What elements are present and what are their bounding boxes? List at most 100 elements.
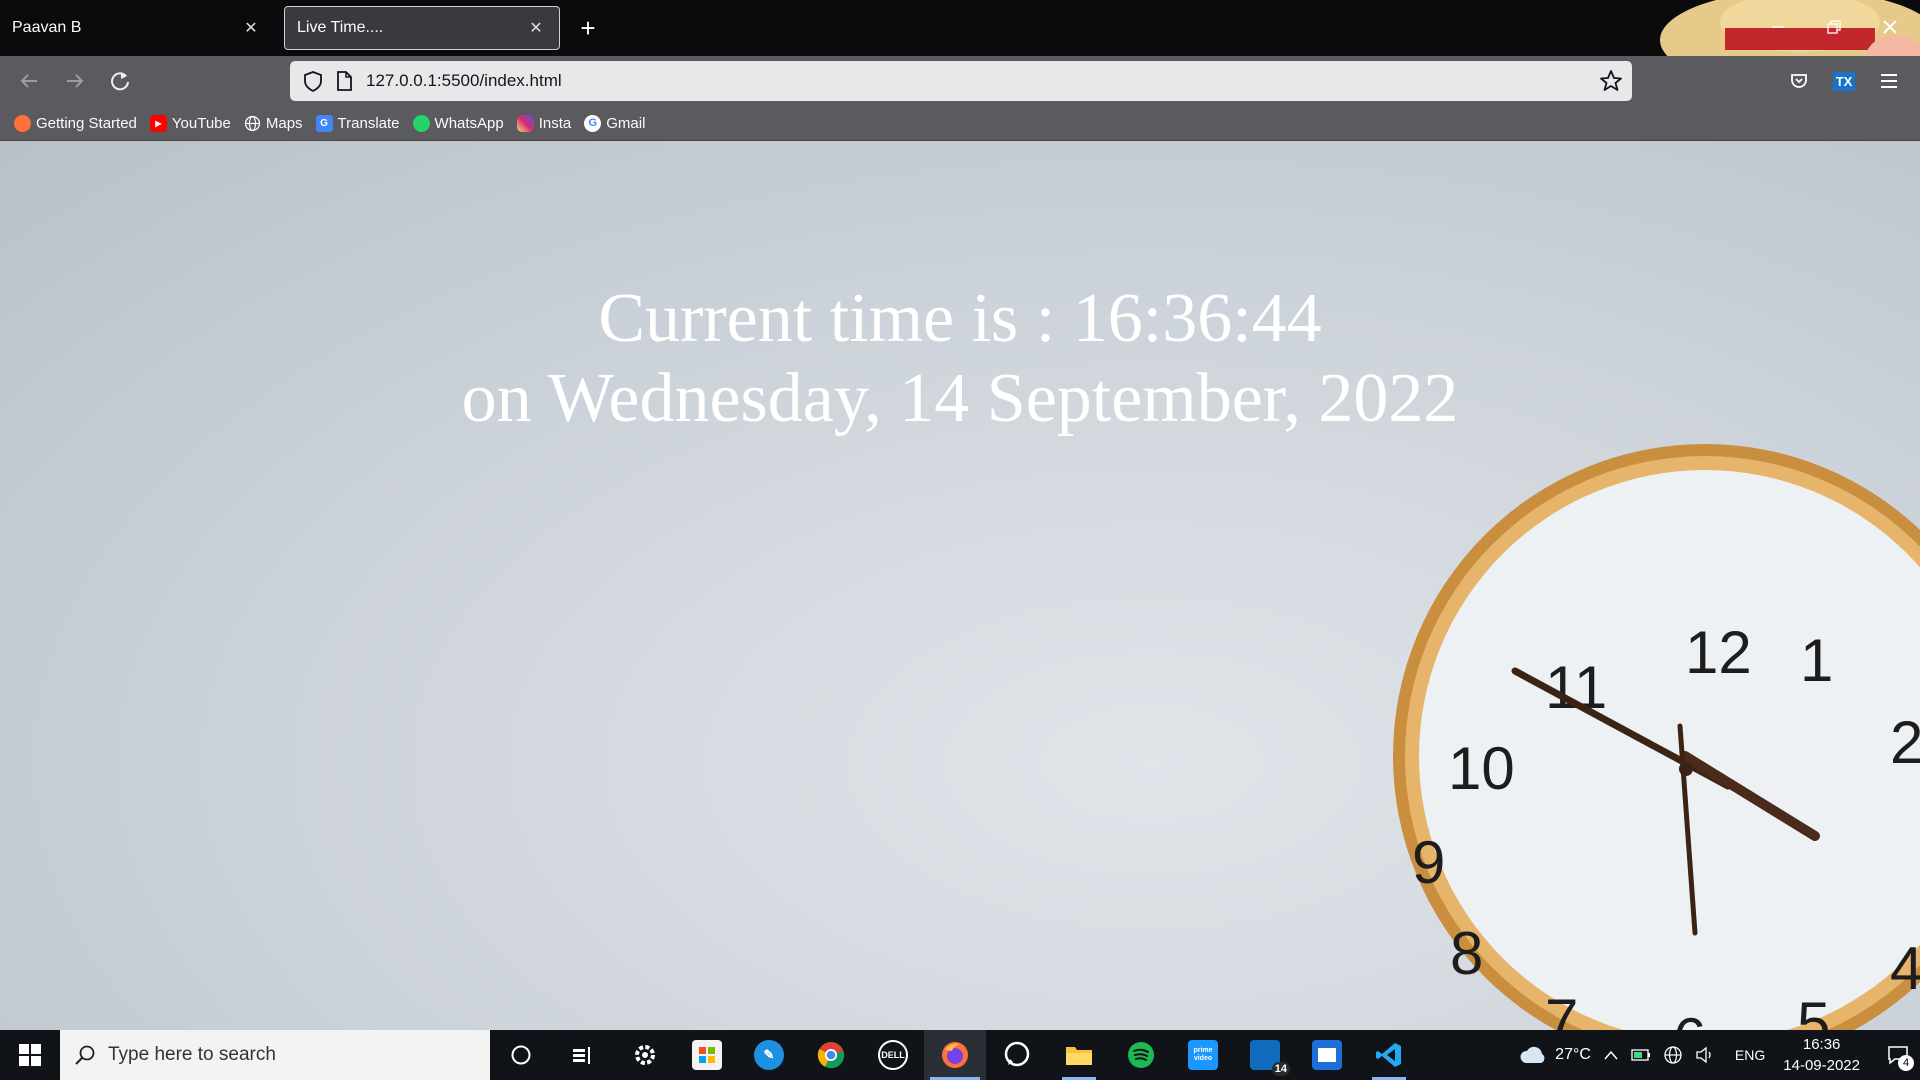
taskbar-file-explorer[interactable]: [1048, 1030, 1110, 1080]
taskbar-firefox[interactable]: [924, 1030, 986, 1080]
firefox-icon: [14, 114, 31, 132]
bookmark-label: Insta: [538, 114, 572, 132]
taskbar-time: 16:36: [1802, 1036, 1841, 1053]
star-icon[interactable]: [1598, 68, 1624, 94]
address-bar[interactable]: 127.0.0.1:5500/index.html: [290, 61, 1632, 101]
bookmark-label: Getting Started: [36, 114, 137, 132]
instagram-icon: [516, 114, 534, 132]
bookmark-youtube[interactable]: ▶ YouTube: [149, 114, 231, 132]
taskbar-settings[interactable]: [614, 1030, 676, 1080]
spotify-icon: [1128, 1042, 1154, 1068]
minimize-button[interactable]: [1760, 10, 1796, 44]
windows-taskbar: Type here to search ✎ DELL prime video 1…: [0, 1030, 1920, 1080]
mail-icon: 14: [1250, 1040, 1290, 1076]
taskbar-dell[interactable]: DELL: [862, 1030, 924, 1080]
mail-badge: 14: [1271, 1062, 1290, 1076]
pocket-button[interactable]: [1782, 64, 1816, 98]
taskbar-mail[interactable]: 14: [1234, 1030, 1296, 1080]
input-language[interactable]: ENG: [1735, 1047, 1765, 1063]
bookmarks-toolbar: Getting Started ▶ YouTube Maps G Transla…: [0, 106, 1920, 141]
current-date-text: on Wednesday, 14 September, 2022: [461, 360, 1459, 437]
taskbar-vscode[interactable]: [1358, 1030, 1420, 1080]
search-icon: [75, 1045, 95, 1065]
clock-number: 2: [1890, 709, 1920, 776]
taskbar-prime-video[interactable]: prime video: [1172, 1030, 1234, 1080]
page-icon[interactable]: [334, 70, 354, 92]
bookmark-label: Gmail: [606, 114, 646, 132]
menu-button[interactable]: [1872, 64, 1906, 98]
taskbar-task-view[interactable]: [552, 1030, 614, 1080]
action-center-button[interactable]: 4: [1876, 1030, 1920, 1080]
clock-number: 7: [1545, 987, 1578, 1030]
reload-button[interactable]: [103, 64, 137, 98]
bookmark-translate[interactable]: G Translate: [315, 114, 400, 132]
bookmark-maps[interactable]: Maps: [244, 115, 303, 132]
bookmark-whatsapp[interactable]: WhatsApp: [412, 114, 504, 132]
start-button[interactable]: [0, 1030, 60, 1080]
close-window-button[interactable]: [1872, 10, 1908, 44]
hamburger-menu-icon: [1881, 74, 1897, 88]
translate-icon: G: [315, 114, 333, 132]
bookmark-label: Maps: [265, 114, 303, 132]
whatsapp-icon: [412, 114, 430, 132]
whatsapp-icon: [1004, 1041, 1030, 1067]
translate-extension-icon: TX: [1832, 71, 1856, 91]
taskbar-date: 14-09-2022: [1783, 1057, 1860, 1074]
bookmark-getting-started[interactable]: Getting Started: [14, 114, 137, 132]
system-tray: 27°C ENG 16:36 14-09-2022 4: [1513, 1030, 1920, 1080]
firefox-icon: [942, 1042, 968, 1068]
notification-count: 4: [1898, 1055, 1914, 1071]
close-icon[interactable]: ✕: [240, 17, 262, 39]
search-placeholder: Type here to search: [108, 1044, 276, 1065]
close-icon: [1883, 20, 1897, 34]
battery-icon: [1631, 1049, 1650, 1061]
new-tab-button[interactable]: +: [572, 12, 604, 44]
battery-status[interactable]: [1631, 1048, 1651, 1062]
tab-live-time[interactable]: Live Time.... ✕: [284, 6, 560, 50]
close-icon[interactable]: ✕: [525, 17, 547, 39]
wall-clock-image: 12 1 2 4 5 6 7 8 9 10 11: [1393, 444, 1920, 1030]
store-icon: [692, 1040, 722, 1070]
prime-video-icon: prime video: [1188, 1040, 1218, 1070]
taskbar-spotify[interactable]: [1110, 1030, 1172, 1080]
gear-icon: [635, 1045, 655, 1065]
extension-button[interactable]: TX: [1827, 64, 1861, 98]
back-button[interactable]: [12, 64, 46, 98]
forward-button[interactable]: [58, 64, 92, 98]
arrow-left-icon: [20, 74, 37, 88]
shield-icon[interactable]: [302, 70, 324, 92]
weather-widget[interactable]: 27°C: [1519, 1044, 1591, 1066]
taskbar-whatsapp[interactable]: [986, 1030, 1048, 1080]
clock-number: 8: [1450, 920, 1483, 987]
clock-number: 4: [1890, 935, 1920, 1002]
restore-button[interactable]: [1816, 10, 1852, 44]
pocket-icon: [1791, 74, 1807, 88]
taskbar-clock[interactable]: 16:36 14-09-2022: [1783, 1034, 1860, 1076]
taskbar-microsoft-store[interactable]: [676, 1030, 738, 1080]
taskbar-snipping-tool[interactable]: ✎: [738, 1030, 800, 1080]
speaker-icon: [1696, 1046, 1711, 1064]
network-status[interactable]: [1663, 1045, 1683, 1065]
taskbar-search-box[interactable]: Type here to search: [60, 1030, 490, 1080]
restore-icon: [1827, 20, 1841, 34]
tab-paavan-b[interactable]: Paavan B ✕: [0, 6, 274, 50]
live-time-heading: Current time is : 16:36:44 on Wednesday,…: [0, 279, 1920, 439]
volume-control[interactable]: [1695, 1046, 1715, 1064]
show-hidden-icons[interactable]: [1603, 1049, 1619, 1061]
globe-icon: [244, 115, 261, 131]
taskbar-chrome[interactable]: [800, 1030, 862, 1080]
tab-title: Paavan B: [12, 19, 82, 36]
clock-number: 5: [1797, 990, 1830, 1030]
clock-number: 10: [1448, 735, 1515, 802]
url-text[interactable]: 127.0.0.1:5500/index.html: [366, 71, 562, 91]
bookmark-label: Translate: [337, 114, 400, 132]
clock-number: 6: [1673, 1006, 1706, 1030]
bookmark-gmail[interactable]: G Gmail: [584, 114, 646, 132]
chrome-icon: [817, 1042, 845, 1069]
taskbar-news[interactable]: [1296, 1030, 1358, 1080]
current-time-text: Current time is : 16:36:44: [598, 280, 1322, 357]
arrow-right-icon: [67, 74, 84, 88]
bookmark-insta[interactable]: Insta: [516, 114, 572, 132]
taskbar-cortana[interactable]: [490, 1030, 552, 1080]
bookmark-label: YouTube: [171, 114, 231, 132]
